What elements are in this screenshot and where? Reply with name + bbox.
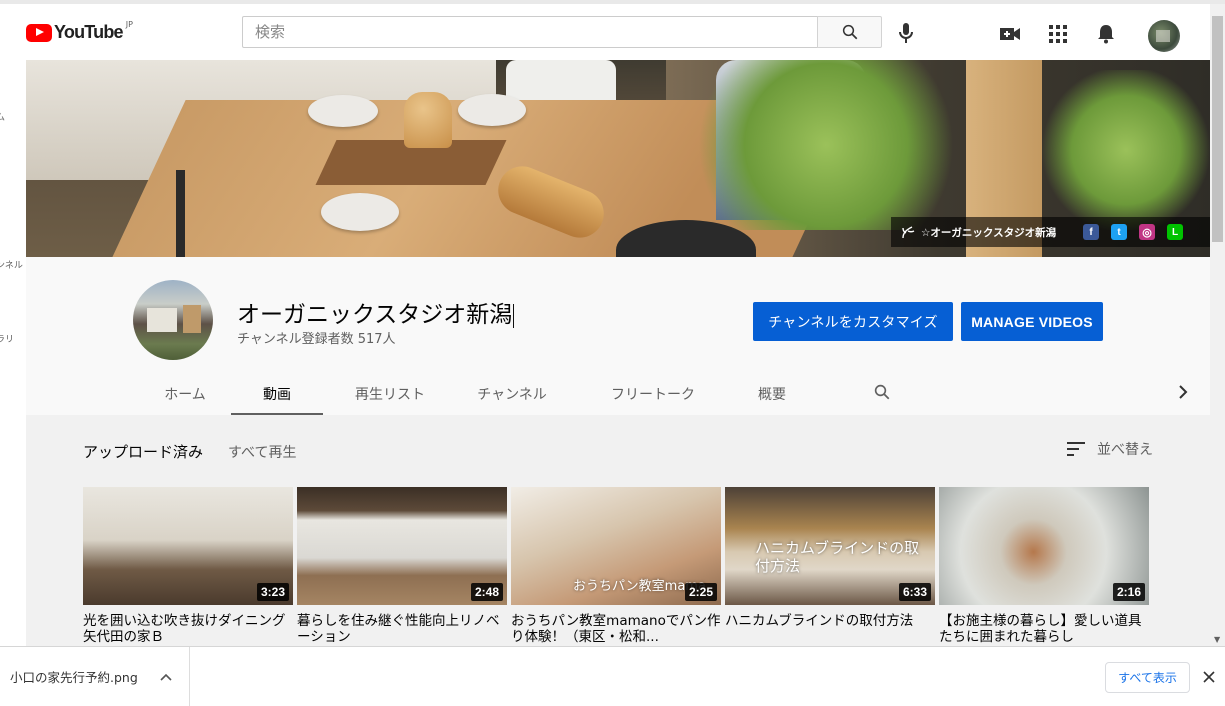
channel-avatar[interactable] bbox=[133, 280, 213, 360]
tab-playlists[interactable]: 再生リスト bbox=[323, 373, 457, 415]
channel-search-button[interactable] bbox=[871, 381, 893, 403]
download-shelf: 小口の家先行予約.png すべて表示 bbox=[0, 646, 1225, 706]
banner-table-leg bbox=[176, 170, 185, 257]
video-card[interactable]: ハニカムブラインドの取付方法 6:33 ハニカムブラインドの取付方法 bbox=[725, 487, 935, 645]
search-box bbox=[242, 16, 818, 48]
video-thumbnail[interactable]: ハニカムブラインドの取付方法 6:33 bbox=[725, 487, 935, 605]
guide-sidebar: ム ンネル ラリ bbox=[0, 60, 26, 646]
channel-header: オーガニックスタジオ新潟 チャンネル登録者数 517人 チャンネルをカスタマイズ… bbox=[26, 257, 1210, 415]
banner-link-channel[interactable]: ☆オーガニックスタジオ新潟 bbox=[921, 225, 1071, 240]
instagram-icon[interactable]: ◎ bbox=[1139, 224, 1155, 240]
video-title[interactable]: おうちパン教室mamanoでパン作り体験！（東区・松和... bbox=[511, 613, 721, 645]
close-download-bar-button[interactable] bbox=[1199, 667, 1219, 687]
search-icon bbox=[842, 24, 857, 40]
video-title[interactable]: 暮らしを住み継ぐ性能向上リノベーション bbox=[297, 613, 507, 645]
tab-about[interactable]: 概要 bbox=[739, 373, 805, 415]
video-title[interactable]: 【お施主様の暮らし】愛しい道具たちに囲まれた暮らし bbox=[939, 613, 1149, 645]
video-duration: 2:16 bbox=[1112, 583, 1145, 601]
search-input[interactable] bbox=[243, 17, 817, 47]
apps-button[interactable] bbox=[1046, 22, 1070, 46]
video-thumbnail[interactable]: おうちパン教室mama 2:25 bbox=[511, 487, 721, 605]
video-duration: 2:25 bbox=[684, 583, 717, 601]
scrollbar-thumb[interactable] bbox=[1212, 16, 1223, 242]
plant-link-icon bbox=[899, 223, 917, 241]
youtube-channel-page: YouTube JP ム ンネル ラリ bbox=[0, 0, 1225, 706]
video-card[interactable]: 3:23 光を囲い込む吹き抜けダイニング矢代田の家Ｂ bbox=[83, 487, 293, 645]
sort-button[interactable]: 並べ替え bbox=[1067, 439, 1153, 459]
video-card[interactable]: おうちパン教室mama 2:25 おうちパン教室mamanoでパン作り体験！（東… bbox=[511, 487, 721, 645]
logo-region: JP bbox=[125, 20, 133, 29]
download-filename: 小口の家先行予約.png bbox=[10, 670, 138, 685]
scroll-down-icon[interactable]: ▼ bbox=[1214, 635, 1220, 644]
channel-tabs: ホーム 動画 再生リスト チャンネル フリートーク 概要 bbox=[139, 373, 805, 415]
facebook-icon[interactable]: f bbox=[1083, 224, 1099, 240]
video-title[interactable]: 光を囲い込む吹き抜けダイニング矢代田の家Ｂ bbox=[83, 613, 293, 645]
sort-icon bbox=[1067, 442, 1085, 456]
banner-plate bbox=[321, 193, 399, 231]
banner-bread bbox=[404, 92, 452, 148]
banner-links-overlay: ☆オーガニックスタジオ新潟 f t ◎ L bbox=[891, 217, 1210, 247]
download-options-button[interactable] bbox=[158, 669, 174, 685]
show-all-downloads-button[interactable]: すべて表示 bbox=[1105, 662, 1190, 693]
customize-channel-button[interactable]: チャンネルをカスタマイズ bbox=[753, 302, 953, 341]
line-icon[interactable]: L bbox=[1167, 224, 1183, 240]
logo-text: YouTube bbox=[54, 22, 124, 42]
banner-plate bbox=[308, 95, 378, 127]
bell-icon bbox=[1098, 25, 1114, 44]
twitter-icon[interactable]: t bbox=[1111, 224, 1127, 240]
tab-channels[interactable]: チャンネル bbox=[457, 373, 567, 415]
video-duration: 3:23 bbox=[256, 583, 289, 601]
search-button[interactable] bbox=[817, 16, 882, 48]
video-camera-plus-icon bbox=[1000, 28, 1020, 40]
chevron-up-icon bbox=[160, 673, 172, 681]
guide-item-fragment[interactable]: ム bbox=[0, 110, 5, 123]
youtube-play-icon bbox=[26, 23, 52, 42]
channel-title-text: オーガニックスタジオ新潟 bbox=[237, 302, 513, 328]
tab-discussion[interactable]: フリートーク bbox=[567, 373, 739, 415]
chevron-right-icon bbox=[1179, 385, 1188, 399]
voice-search-button[interactable] bbox=[892, 21, 920, 45]
video-card[interactable]: 2:48 暮らしを住み継ぐ性能向上リノベーション bbox=[297, 487, 507, 645]
banner-leaves bbox=[666, 60, 986, 230]
video-title[interactable]: ハニカムブラインドの取付方法 bbox=[725, 613, 935, 645]
notifications-button[interactable] bbox=[1094, 22, 1118, 46]
apps-grid-icon bbox=[1049, 25, 1067, 43]
guide-item-fragment[interactable]: ンネル bbox=[0, 258, 23, 271]
video-thumbnail[interactable]: 2:16 bbox=[939, 487, 1149, 605]
sort-label: 並べ替え bbox=[1097, 442, 1153, 458]
manage-videos-button[interactable]: MANAGE VIDEOS bbox=[961, 302, 1103, 341]
subscriber-count: チャンネル登録者数 517人 bbox=[237, 332, 396, 347]
banner-leaves bbox=[1036, 70, 1210, 230]
video-duration: 6:33 bbox=[898, 583, 931, 601]
page-scrollbar[interactable]: ▼ bbox=[1210, 4, 1225, 646]
channel-banner: ☆オーガニックスタジオ新潟 f t ◎ L bbox=[26, 60, 1210, 257]
video-grid: 3:23 光を囲い込む吹き抜けダイニング矢代田の家Ｂ 2:48 暮らしを住み継ぐ… bbox=[83, 487, 1153, 645]
video-card[interactable]: 2:16 【お施主様の暮らし】愛しい道具たちに囲まれた暮らし bbox=[939, 487, 1149, 645]
search-icon bbox=[874, 384, 890, 400]
masthead: YouTube JP bbox=[0, 0, 1225, 60]
guide-item-fragment[interactable]: ラリ bbox=[0, 332, 14, 345]
account-avatar[interactable] bbox=[1148, 20, 1180, 52]
tab-videos[interactable]: 動画 bbox=[231, 373, 323, 415]
tabs-next-button[interactable] bbox=[1173, 382, 1193, 402]
banner-plate bbox=[458, 94, 526, 126]
create-video-button[interactable] bbox=[998, 22, 1022, 46]
close-icon bbox=[1203, 671, 1215, 683]
youtube-logo[interactable]: YouTube JP bbox=[26, 20, 133, 43]
video-thumbnail[interactable]: 3:23 bbox=[83, 487, 293, 605]
shelf-title: アップロード済み bbox=[83, 443, 204, 461]
channel-title: オーガニックスタジオ新潟 bbox=[237, 295, 515, 329]
text-caret bbox=[513, 303, 515, 328]
microphone-icon bbox=[899, 23, 913, 43]
videos-shelf: アップロード済み すべて再生 並べ替え 3:23 光を囲い込む吹き抜けダイニング… bbox=[26, 415, 1210, 646]
video-duration: 2:48 bbox=[470, 583, 503, 601]
play-all-link[interactable]: すべて再生 bbox=[228, 442, 296, 462]
video-thumbnail[interactable]: 2:48 bbox=[297, 487, 507, 605]
thumbnail-caption: ハニカムブラインドの取付方法 bbox=[755, 539, 920, 575]
tab-home[interactable]: ホーム bbox=[139, 373, 231, 415]
